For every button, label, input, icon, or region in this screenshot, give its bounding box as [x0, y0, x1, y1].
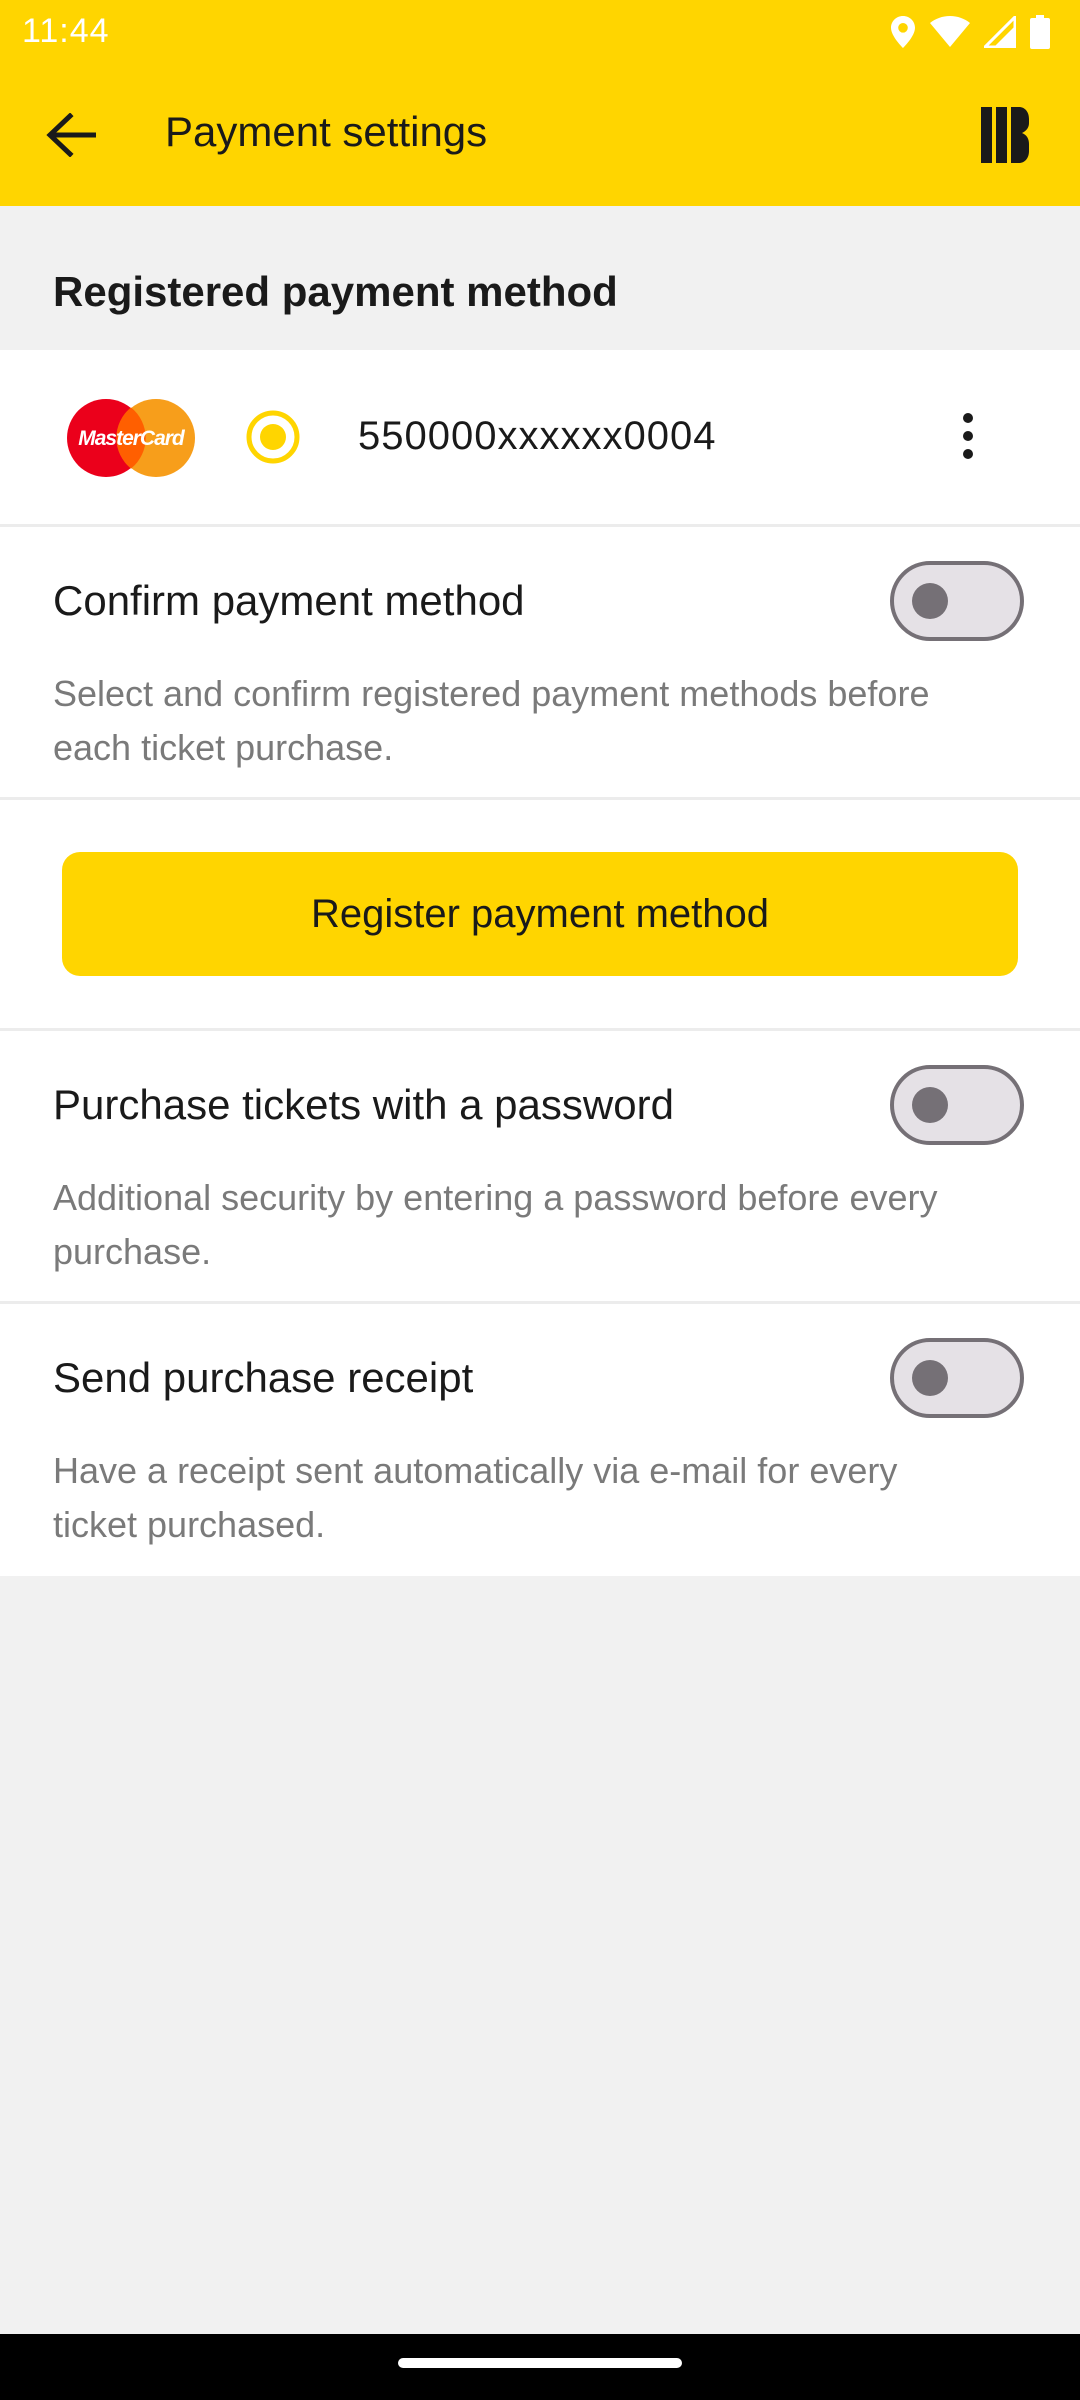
- status-time: 11:44: [22, 12, 110, 50]
- status-icons: [890, 12, 1050, 52]
- app-bar: Payment settings: [0, 64, 1080, 206]
- back-button[interactable]: [36, 100, 106, 170]
- status-bar: 11:44: [0, 0, 1080, 64]
- page-title: Payment settings: [165, 108, 488, 155]
- navigation-bar: [0, 2334, 1080, 2400]
- card-number: 550000xxxxxx0004: [358, 414, 717, 458]
- more-vert-icon-dot: [963, 413, 973, 423]
- mastercard-wordmark: MasterCard: [78, 427, 186, 450]
- payment-method-row[interactable]: MasterCard 550000xxxxxx0004: [0, 350, 1080, 524]
- confirm-payment-description: Select and confirm registered payment me…: [53, 673, 930, 768]
- location-icon: [891, 16, 915, 48]
- signal-icon: [984, 16, 1016, 48]
- password-title: Purchase tickets with a password: [53, 1081, 674, 1128]
- section-header: Registered payment method: [0, 206, 1080, 348]
- receipt-setting: Send purchase receipt Have a receipt sen…: [0, 1304, 1080, 1576]
- arrow-left-icon: [46, 113, 96, 157]
- password-description: Additional security by entering a passwo…: [53, 1177, 938, 1272]
- password-setting: Purchase tickets with a password Additio…: [0, 1031, 1080, 1301]
- more-options-button[interactable]: [940, 396, 996, 476]
- toggle-knob: [912, 583, 948, 619]
- register-payment-method-button[interactable]: Register payment method: [62, 852, 1018, 976]
- receipt-description: Have a receipt sent automatically via e-…: [53, 1450, 898, 1545]
- home-gesture-handle[interactable]: [398, 2358, 682, 2368]
- wifi-icon: [930, 16, 970, 47]
- receipt-title: Send purchase receipt: [53, 1354, 474, 1401]
- mastercard-logo-icon: MasterCard: [67, 399, 195, 477]
- more-vert-icon-dot: [963, 431, 973, 441]
- receipt-toggle[interactable]: [890, 1338, 1024, 1418]
- section-title: Registered payment method: [53, 268, 618, 315]
- toggle-knob: [912, 1360, 948, 1396]
- app-logo-button[interactable]: [970, 104, 1040, 166]
- register-section: Register payment method: [0, 800, 1080, 1028]
- toggle-knob: [912, 1087, 948, 1123]
- battery-icon: [1030, 15, 1050, 49]
- confirm-payment-toggle[interactable]: [890, 561, 1024, 641]
- confirm-payment-setting: Confirm payment method Select and confir…: [0, 527, 1080, 797]
- confirm-payment-title: Confirm payment method: [53, 577, 525, 624]
- more-vert-icon-dot: [963, 449, 973, 459]
- app-logo-icon: [981, 107, 1029, 163]
- password-toggle[interactable]: [890, 1065, 1024, 1145]
- selected-radio-button[interactable]: [246, 410, 300, 464]
